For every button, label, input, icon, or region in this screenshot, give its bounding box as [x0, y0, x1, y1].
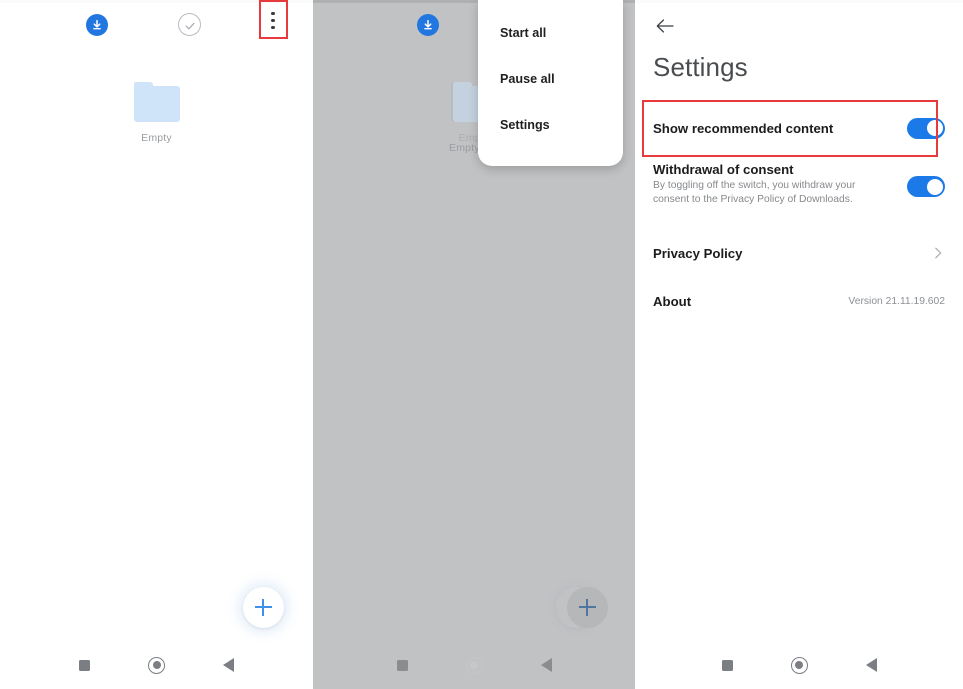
row-withdrawal-of-consent[interactable]: Withdrawal of consent By toggling off th… — [635, 162, 963, 206]
menu-item-start-all[interactable]: Start all — [478, 10, 623, 56]
row-description: By toggling off the switch, you withdraw… — [653, 180, 856, 205]
row-label: Withdrawal of consent — [653, 162, 794, 177]
highlight-box-show-recommended-content — [642, 100, 938, 157]
circle-icon — [465, 656, 483, 674]
plus-icon — [579, 599, 596, 616]
panel-downloads-list-menu-open: Empty Empty Start all Pause all Settings — [313, 0, 635, 689]
row-privacy-policy[interactable]: Privacy Policy — [635, 238, 963, 268]
android-nav-bar — [635, 641, 963, 689]
nav-back-button[interactable] — [835, 658, 907, 672]
folder-icon — [133, 82, 180, 122]
row-label: About — [653, 293, 692, 309]
chevron-right-icon — [931, 246, 945, 260]
panel-settings: Settings Show recommended content Withdr… — [635, 0, 963, 689]
nav-recents-button[interactable] — [49, 659, 121, 671]
download-circle-icon[interactable] — [417, 14, 439, 36]
nav-back-button[interactable] — [193, 658, 265, 672]
empty-state-label: Empty — [141, 132, 172, 144]
nav-back-button[interactable] — [510, 658, 582, 672]
nav-home-button[interactable] — [438, 656, 510, 674]
row-about[interactable]: About Version 21.11.19.602 — [635, 286, 963, 316]
menu-item-settings[interactable]: Settings — [478, 102, 623, 148]
toggle-withdrawal-of-consent[interactable] — [907, 176, 945, 197]
overflow-menu: Start all Pause all Settings — [478, 0, 623, 166]
circle-icon — [148, 656, 165, 674]
nav-home-button[interactable] — [121, 656, 193, 674]
square-icon — [79, 659, 90, 671]
nav-home-button[interactable] — [763, 656, 835, 674]
nav-recents-button[interactable] — [691, 659, 763, 671]
square-icon — [396, 659, 408, 671]
row-label: Privacy Policy — [653, 245, 743, 261]
highlight-box-overflow-button — [259, 0, 288, 39]
screenshot-root: Empty Empty Start all Pause all Settings… — [0, 0, 963, 689]
add-download-fab[interactable] — [243, 587, 284, 628]
app-version-value: Version 21.11.19.602 — [848, 295, 945, 307]
empty-state-label-dimmed: Empty — [449, 142, 480, 154]
panel-downloads-list: Empty — [0, 0, 313, 689]
plus-icon — [255, 599, 272, 616]
triangle-back-icon — [865, 658, 877, 672]
nav-recents-button[interactable] — [366, 659, 438, 671]
triangle-back-icon — [223, 658, 234, 672]
android-nav-bar — [313, 641, 635, 689]
menu-item-pause-all[interactable]: Pause all — [478, 56, 623, 102]
square-icon — [721, 659, 733, 671]
page-title: Settings — [653, 52, 748, 82]
download-circle-icon[interactable] — [86, 14, 108, 36]
check-circle-icon[interactable] — [178, 13, 201, 36]
triangle-back-icon — [540, 658, 552, 672]
add-download-fab-dimmed[interactable] — [567, 587, 608, 628]
circle-icon — [790, 656, 808, 674]
top-app-bar — [0, 0, 313, 40]
arrow-left-icon[interactable] — [653, 14, 677, 38]
status-bar-sliver — [635, 0, 963, 3]
empty-state: Empty — [0, 82, 313, 144]
android-nav-bar — [0, 641, 313, 689]
